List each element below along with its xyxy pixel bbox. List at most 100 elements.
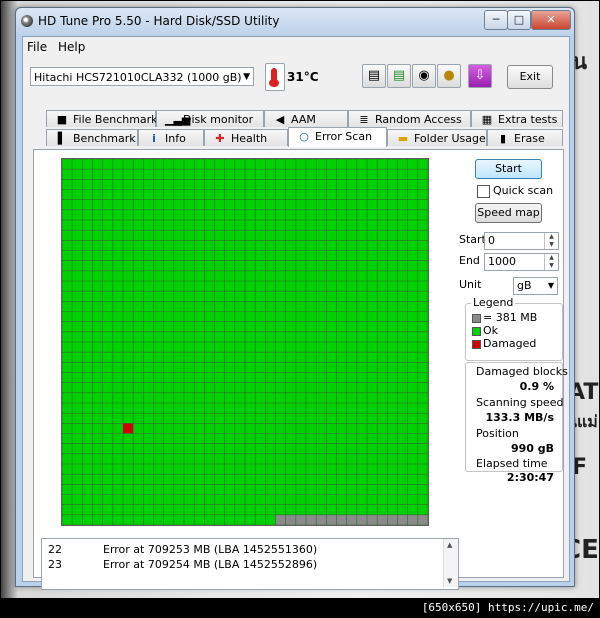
copy-image-button[interactable]: ▤ <box>387 64 411 88</box>
unscanned-block <box>295 514 306 525</box>
tab-row-bottom: ▌ Benchmark i Info ✚ Health ○ Error Scan ▬ Fo… <box>23 127 569 148</box>
drive-select-value: Hitachi HCS721010CLA332 (1000 gB) <box>34 71 242 84</box>
screenshot-button[interactable]: ◉ <box>412 64 436 88</box>
toolbar: Hitachi HCS721010CLA332 (1000 gB) ▼ 31°C… <box>23 59 569 97</box>
tab-benchmark[interactable]: ▌ Benchmark <box>46 129 138 146</box>
log-scrollbar[interactable]: ▲ ▼ <box>443 539 458 587</box>
legend-damaged: Damaged <box>483 337 537 350</box>
unscanned-block <box>356 514 367 525</box>
extra-tests-icon: ▦ <box>481 113 493 126</box>
speaker-icon: ◀ <box>275 113 285 126</box>
legend-group: Legend = 381 MB Ok Damaged <box>465 296 563 361</box>
speed-map-button[interactable]: Speed map <box>475 203 542 223</box>
unscanned-block <box>417 514 428 525</box>
window-title: HD Tune Pro 5.50 - Hard Disk/SSD Utility <box>38 14 280 28</box>
tab-label: AAM <box>291 113 316 126</box>
scanning-speed-value: 133.3 MB/s <box>485 411 554 424</box>
legend-ok: Ok <box>483 324 499 337</box>
log-row[interactable]: 22 Error at 709253 MB (LBA 1452551360) <box>42 543 442 558</box>
tab-label: Random Access <box>375 113 462 126</box>
tab-random-access[interactable]: ≣ Random Access <box>348 110 471 127</box>
log-index: 22 <box>48 543 62 556</box>
tab-aam[interactable]: ◀ AAM <box>264 110 348 127</box>
menu-file[interactable]: File <box>27 40 47 54</box>
legend-swatch-ok <box>472 327 481 336</box>
tab-disk-monitor[interactable]: ▁▃▅Disk monitor <box>156 110 264 127</box>
minimize-button[interactable]: ─ <box>484 10 508 30</box>
random-access-icon: ≣ <box>359 113 369 126</box>
unit-label: Unit <box>459 278 482 291</box>
error-log-list[interactable]: 22 Error at 709253 MB (LBA 1452551360) 2… <box>41 538 459 590</box>
unscanned-block <box>367 514 378 525</box>
copy-text-icon: ▤ <box>367 68 381 83</box>
menu-bar: File Help <box>23 37 569 57</box>
close-button[interactable]: ✕ <box>531 10 571 30</box>
block-grid <box>61 158 429 526</box>
download-icon: ⇩ <box>474 68 486 83</box>
damaged-block <box>123 423 134 434</box>
menu-help[interactable]: Help <box>58 40 85 54</box>
scanning-speed-label: Scanning speed <box>476 396 564 409</box>
tab-label: Extra tests <box>498 113 558 126</box>
tab-file-benchmark[interactable]: ■ File Benchmark <box>46 110 158 127</box>
unscanned-block <box>316 514 327 525</box>
tab-label: Health <box>231 132 268 145</box>
tab-label: Disk monitor <box>183 113 254 126</box>
unscanned-block <box>336 514 347 525</box>
tab-error-scan[interactable]: ○ Error Scan <box>288 127 387 147</box>
end-input[interactable]: 1000 ▲ ▼ <box>484 253 559 271</box>
scan-stats: Damaged blocks 0.9 % Scanning speed 133.… <box>465 362 568 484</box>
tab-extra-tests[interactable]: ▦ Extra tests <box>471 110 563 127</box>
maximize-button[interactable]: □ <box>507 10 531 30</box>
copy-image-icon: ▤ <box>392 68 406 83</box>
quick-scan-checkbox[interactable] <box>477 185 490 198</box>
scroll-down-icon[interactable]: ▼ <box>447 577 452 585</box>
end-input-value: 1000 <box>488 255 516 268</box>
chevron-down-icon: ▼ <box>547 281 554 290</box>
tab-erase[interactable]: ▮ Erase <box>487 129 563 146</box>
tab-health[interactable]: ✚ Health <box>204 129 288 146</box>
copy-text-button[interactable]: ▤ <box>362 64 386 88</box>
tab-info[interactable]: i Info <box>138 129 204 146</box>
tab-label: Benchmark <box>73 132 136 145</box>
legend-swatch-block <box>472 314 481 323</box>
screenshot-camera-icon: ◉ <box>418 68 430 83</box>
spin-down-icon: ▼ <box>549 262 554 269</box>
unscanned-block <box>285 514 296 525</box>
scan-block-map <box>61 158 429 526</box>
start-input[interactable]: 0 ▲ ▼ <box>484 232 559 250</box>
scroll-up-icon[interactable]: ▲ <box>447 541 452 549</box>
app-window: HD Tune Pro 5.50 - Hard Disk/SSD Utility… <box>15 7 575 590</box>
unscanned-block <box>275 514 286 525</box>
health-cross-icon: ✚ <box>215 132 225 145</box>
start-input-value: 0 <box>488 234 495 247</box>
temperature-value: 31°C <box>287 70 319 84</box>
unscanned-block <box>346 514 357 525</box>
thermometer-icon <box>265 63 285 91</box>
tab-folder-usage[interactable]: ▬ Folder Usage <box>387 129 487 146</box>
title-bar[interactable]: HD Tune Pro 5.50 - Hard Disk/SSD Utility… <box>16 8 574 34</box>
save-button[interactable]: ● <box>437 64 461 88</box>
log-row[interactable]: 23 Error at 709254 MB (LBA 1452552896) <box>42 558 442 573</box>
position-value: 990 gB <box>510 442 554 455</box>
elapsed-time-value: 2:30:47 <box>506 471 554 484</box>
exit-button[interactable]: Exit <box>507 65 553 89</box>
tab-label: Erase <box>514 132 545 145</box>
chevron-down-icon: ▼ <box>243 72 250 82</box>
tab-label: Folder Usage <box>414 132 486 145</box>
start-scan-button[interactable]: Start <box>475 159 542 179</box>
download-button[interactable]: ⇩ <box>468 64 492 88</box>
unscanned-block <box>407 514 418 525</box>
start-spinner[interactable]: ▲ ▼ <box>544 233 558 249</box>
unscanned-block <box>377 514 388 525</box>
unscanned-block <box>387 514 398 525</box>
end-spinner[interactable]: ▲ ▼ <box>544 254 558 270</box>
drive-select[interactable]: Hitachi HCS721010CLA332 (1000 gB) ▼ <box>30 67 254 86</box>
legend-block-size: = 381 MB <box>483 311 538 324</box>
spin-up-icon: ▲ <box>549 254 554 261</box>
start-label: Start <box>459 233 486 246</box>
footer-watermark: [650x650] https://upic.me/ <box>421 601 594 614</box>
tab-label: Info <box>165 132 186 145</box>
unit-select[interactable]: gB ▼ <box>513 277 558 295</box>
legend-swatch-damaged <box>472 340 481 349</box>
